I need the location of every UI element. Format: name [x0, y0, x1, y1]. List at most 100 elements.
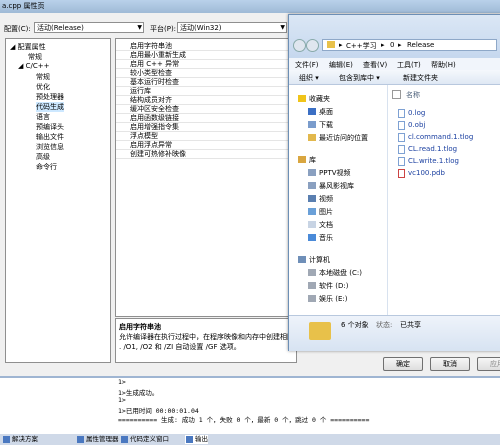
solution-icon: [3, 436, 10, 443]
explorer-status-bar: 6 个对象 状态: 已共享: [289, 315, 500, 351]
nav-libraries[interactable]: 库: [298, 155, 316, 165]
nav-item-recent[interactable]: 最近访问的位置: [308, 133, 368, 143]
breadcrumb-separator: ▸: [381, 41, 385, 49]
video-library-icon: [308, 169, 316, 176]
grid-row[interactable]: 基本运行时检查: [116, 78, 296, 87]
explorer-file-list[interactable]: 名称 0.log 0.obj cl.command.1.tlog CL.read…: [388, 85, 500, 315]
grid-row[interactable]: 启用字符串池: [116, 42, 296, 51]
address-bar[interactable]: ▸ C++学习 ▸ 0 ▸ Release: [322, 39, 497, 51]
tree-item-command-line[interactable]: 命令行: [36, 162, 57, 172]
grid-row[interactable]: 启用最小重新生成: [116, 51, 296, 60]
nav-item-music[interactable]: 音乐: [308, 233, 333, 243]
menu-edit[interactable]: 编辑(E): [329, 60, 353, 70]
config-combo[interactable]: 活动(Release) ▼: [34, 22, 144, 33]
nav-item-pptv[interactable]: PPTV视频: [308, 168, 351, 178]
video-icon: [308, 195, 316, 202]
grid-row[interactable]: 启用增强指令集: [116, 123, 296, 132]
back-icon[interactable]: [293, 39, 306, 52]
platform-value: 活动(Win32): [180, 24, 222, 32]
grid-row[interactable]: 缓冲区安全检查: [116, 105, 296, 114]
nav-item-pictures[interactable]: 图片: [308, 207, 333, 217]
tree-item-general[interactable]: 常规: [28, 52, 42, 62]
music-icon: [308, 234, 316, 241]
grid-row[interactable]: 结构成员对齐: [116, 96, 296, 105]
tree-item-config-props[interactable]: ◢ 配置属性: [10, 42, 46, 52]
tab-code-definition[interactable]: 代码定义窗口: [120, 435, 169, 444]
tab-output[interactable]: 输出: [185, 435, 208, 444]
tree-item-language[interactable]: 语言: [36, 112, 50, 122]
download-icon: [308, 121, 316, 128]
tree-item-code-generation[interactable]: 代码生成: [36, 102, 64, 112]
nav-item-drive-c[interactable]: 本地磁盘 (C:): [308, 268, 362, 278]
forward-icon[interactable]: [306, 39, 319, 52]
nav-favorites[interactable]: 收藏夹: [298, 94, 330, 104]
file-item[interactable]: 0.obj: [398, 121, 425, 130]
tree-item-browse-info[interactable]: 浏览信息: [36, 142, 64, 152]
grid-row[interactable]: 启用浮点异常: [116, 141, 296, 150]
status-state-label: 状态:: [376, 321, 393, 329]
include-in-library-button[interactable]: 包含到库中 ▾: [339, 73, 380, 83]
breadcrumb-item[interactable]: 0: [390, 41, 394, 49]
nav-item-documents[interactable]: 文档: [308, 220, 333, 230]
grid-row[interactable]: 启用函数级链接: [116, 114, 296, 123]
grid-row[interactable]: 浮点模型: [116, 132, 296, 141]
description-pane: 启用字符串池 允许编译器在执行过程中，在程序映像和内存中创建相同 . /O1, …: [115, 318, 297, 363]
nav-item-baofeng[interactable]: 暴风影视库: [308, 181, 354, 191]
select-all-checkbox[interactable]: [392, 90, 401, 99]
folder-icon: [327, 41, 335, 48]
grid-row[interactable]: 较小类型检查: [116, 69, 296, 78]
tree-item-preprocessor[interactable]: 预处理器: [36, 92, 64, 102]
drive-icon: [308, 269, 316, 276]
chevron-down-icon: ▼: [137, 24, 142, 31]
property-grid[interactable]: 启用字符串池 启用最小重新生成 启用 C++ 异常 较小类型检查 基本运行时检查…: [115, 38, 297, 317]
file-item[interactable]: vc100.pdb: [398, 169, 445, 178]
organize-button[interactable]: 组织 ▾: [299, 73, 319, 83]
grid-row[interactable]: 运行库: [116, 87, 296, 96]
file-item[interactable]: CL.write.1.tlog: [398, 157, 459, 166]
nav-item-drive-e[interactable]: 娱乐 (E:): [308, 294, 347, 304]
tree-item-precompiled-headers[interactable]: 预编译头: [36, 122, 64, 132]
tree-item-optimization[interactable]: 优化: [36, 82, 50, 92]
nav-computer[interactable]: 计算机: [298, 255, 330, 265]
file-icon: [398, 157, 405, 166]
explorer-nav-pane[interactable]: 收藏夹 桌面 下载 最近访问的位置 库 PPTV视频 暴风影视库 视频 图片 文…: [289, 85, 388, 315]
computer-icon: [298, 256, 306, 263]
output-line: ========== 生成: 成功 1 个，失败 0 个，最新 0 个，跳过 0…: [118, 416, 370, 424]
file-item[interactable]: CL.read.1.tlog: [398, 145, 457, 154]
nav-item-downloads[interactable]: 下载: [308, 120, 333, 130]
file-icon: [398, 121, 405, 130]
pdb-file-icon: [398, 169, 405, 178]
tree-item-output-files[interactable]: 输出文件: [36, 132, 64, 142]
tab-solution[interactable]: 解决方案: [2, 435, 38, 444]
tree-item-cpp[interactable]: ◢ C/C++: [18, 62, 49, 70]
explorer-toolbar: 组织 ▾ 包含到库中 ▾ 新建文件夹: [289, 70, 500, 85]
nav-item-desktop[interactable]: 桌面: [308, 107, 333, 117]
config-value: 活动(Release): [37, 24, 84, 32]
platform-combo[interactable]: 活动(Win32) ▼: [177, 22, 287, 33]
column-header-name[interactable]: 名称: [406, 90, 420, 100]
tree-item-advanced[interactable]: 高级: [36, 152, 50, 162]
output-pane: 1> 1>生成成功。 1> 1>已用时间 00:00:01.04 =======…: [0, 376, 500, 436]
apply-button[interactable]: 应用: [477, 357, 500, 371]
explorer-window: ▸ C++学习 ▸ 0 ▸ Release 文件(F) 编辑(E) 查看(V) …: [288, 14, 500, 351]
breadcrumb-item[interactable]: Release: [407, 41, 434, 49]
settings-tree[interactable]: ◢ 配置属性 常规 ◢ C/C++ 常规 优化 预处理器 代码生成 语言 预编译…: [5, 38, 111, 363]
menu-help[interactable]: 帮助(H): [431, 60, 456, 70]
cancel-button[interactable]: 取消: [430, 357, 470, 371]
drive-icon: [308, 282, 316, 289]
tree-item-cpp-general[interactable]: 常规: [36, 72, 50, 82]
new-folder-button[interactable]: 新建文件夹: [403, 73, 438, 83]
file-item[interactable]: cl.command.1.tlog: [398, 133, 473, 142]
menu-file[interactable]: 文件(F): [295, 60, 319, 70]
file-item[interactable]: 0.log: [398, 109, 425, 118]
breadcrumb-item[interactable]: C++学习: [346, 41, 377, 51]
ok-button[interactable]: 确定: [383, 357, 423, 371]
output-line: 1>: [118, 378, 126, 386]
menu-tools[interactable]: 工具(T): [397, 60, 421, 70]
grid-row[interactable]: 创建可热修补映像: [116, 150, 296, 159]
menu-view[interactable]: 查看(V): [363, 60, 387, 70]
nav-item-drive-d[interactable]: 软件 (D:): [308, 281, 348, 291]
grid-row[interactable]: 启用 C++ 异常: [116, 60, 296, 69]
tab-property-manager[interactable]: 属性管理器: [76, 435, 119, 444]
nav-item-videos[interactable]: 视频: [308, 194, 333, 204]
